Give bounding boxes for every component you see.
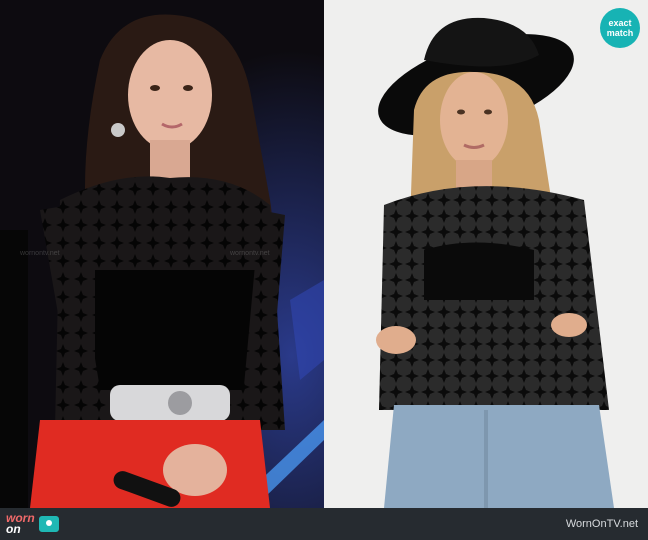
badge-line-1: exact: [608, 18, 632, 28]
logo-on-text: on: [6, 522, 21, 536]
badge-line-2: match: [606, 28, 634, 38]
wornontv-logo[interactable]: worn on: [6, 512, 59, 536]
tv-show-photo: wornontv.net wornontv.net: [0, 0, 324, 508]
footer-bar: worn on WornOnTV.net: [0, 508, 648, 540]
product-photo: [324, 0, 648, 508]
product-photo-art: [324, 0, 648, 508]
site-url[interactable]: WornOnTV.net: [566, 518, 638, 530]
tv-icon: [38, 516, 59, 532]
watermark: wornontv.net: [20, 250, 60, 257]
exact-match-badge: exact match: [600, 8, 640, 48]
watermark: wornontv.net: [230, 250, 270, 257]
